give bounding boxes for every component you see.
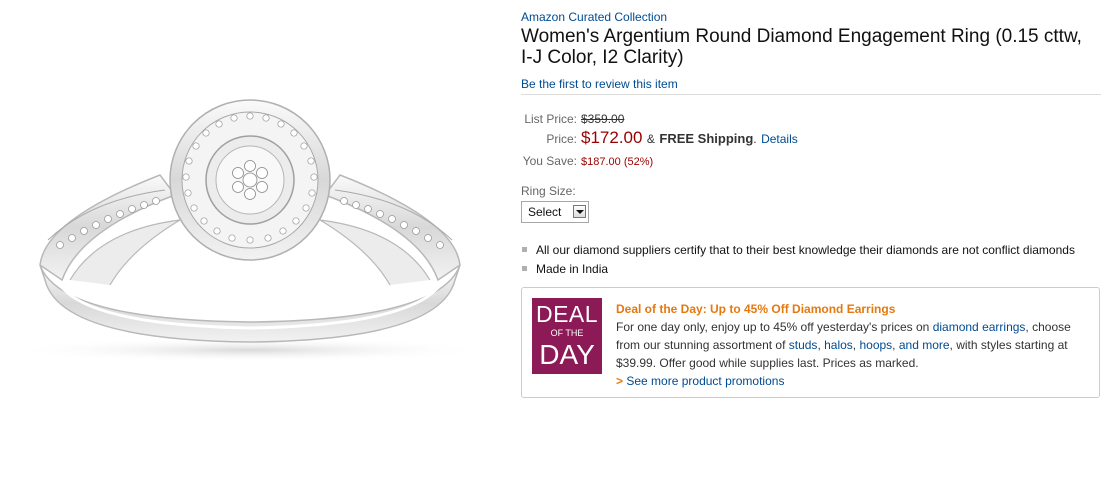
studs-link[interactable]: studs (789, 338, 818, 352)
and-more-link[interactable]: and more (899, 338, 950, 352)
promotion-title: Deal of the Day: Up to 45% Off Diamond E… (616, 302, 896, 316)
diamond-earrings-link[interactable]: diamond earrings (933, 320, 1026, 334)
product-image[interactable] (0, 80, 500, 380)
chevron-down-icon[interactable] (573, 205, 586, 218)
review-link[interactable]: Be the first to review this item (521, 77, 678, 91)
badge-line-3: DAY (539, 339, 595, 370)
bullet-text: Made in India (536, 262, 609, 276)
promo-text-1: For one day only, enjoy up to 45% off ye… (616, 320, 933, 334)
bullet-text: All our diamond suppliers certify that t… (536, 243, 1075, 257)
bullet-icon (522, 266, 527, 271)
brand-link[interactable]: Amazon Curated Collection (521, 10, 667, 24)
promotion-box: DEAL OF THE DAY Deal of the Day: Up to 4… (521, 287, 1100, 398)
promo-sep: , (892, 338, 899, 352)
shipping-details-link[interactable]: Details (761, 132, 798, 146)
list-price-value: $359.00 (581, 112, 625, 126)
divider (521, 94, 1101, 95)
list-item: All our diamond suppliers certify that t… (521, 242, 1101, 261)
halos-link[interactable]: halos (824, 338, 853, 352)
price-row: Price: $172.00 & FREE Shipping. Details (521, 128, 1101, 148)
price-label: Price: (546, 132, 577, 146)
ring-size-label: Ring Size: (521, 184, 576, 198)
promotion-body: Deal of the Day: Up to 45% Off Diamond E… (616, 300, 1094, 390)
product-image-area[interactable] (0, 0, 500, 489)
feature-bullets: All our diamond suppliers certify that t… (521, 242, 1101, 280)
price-separator: & (646, 132, 655, 146)
arrow-icon: > (616, 374, 624, 388)
ring-size-selected: Select (528, 205, 562, 219)
badge-line-1: DEAL (535, 301, 599, 327)
savings-value: $187.00 (52%) (581, 156, 654, 168)
price-value: $172.00 (581, 128, 643, 147)
list-item: Made in India (521, 261, 1101, 280)
savings-label: You Save: (522, 154, 577, 168)
list-price-label: List Price: (524, 112, 577, 126)
period: . (753, 132, 757, 146)
more-promotions: > See more product promotions (616, 372, 1094, 390)
list-price-row: List Price: $359.00 (521, 110, 1101, 128)
promotion-text: For one day only, enjoy up to 45% off ye… (616, 318, 1094, 372)
deal-of-the-day-badge[interactable]: DEAL OF THE DAY (532, 298, 602, 374)
more-promotions-link[interactable]: See more product promotions (626, 374, 784, 388)
badge-line-2: OF THE (550, 328, 584, 338)
free-shipping-text: FREE Shipping (659, 131, 754, 146)
savings-row: You Save: $187.00 (52%) (521, 152, 1101, 170)
ring-size-select[interactable]: Select (521, 201, 589, 223)
bullet-icon (522, 247, 527, 252)
hoops-link[interactable]: hoops (859, 338, 892, 352)
product-title: Women's Argentium Round Diamond Engageme… (521, 26, 1082, 68)
